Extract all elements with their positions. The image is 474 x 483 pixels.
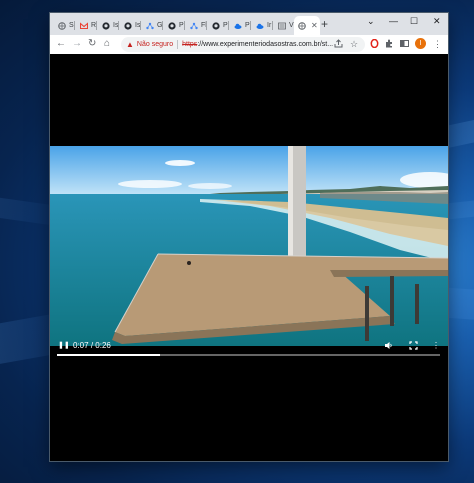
time-display: 0:07 / 0:26 <box>73 341 111 351</box>
browser-tab[interactable]: Sí <box>54 16 75 35</box>
tab-separator <box>228 21 229 30</box>
video-player[interactable]: ❚❚ 0:07 / 0:26 ⋮ <box>50 54 448 461</box>
browser-window: Sí R Is Is G P Fl P P Ir V ✕ + ⌄ — ☐ ✕ ← → ↻ ⌂ ▲ N… <box>50 13 448 461</box>
gmail-icon <box>80 21 88 30</box>
github-icon <box>102 21 110 30</box>
tab-label: P <box>223 22 228 29</box>
globe-icon <box>298 21 306 30</box>
video-frame <box>50 146 448 346</box>
close-tab-icon[interactable]: ✕ <box>311 21 318 30</box>
browser-tab[interactable]: P <box>208 16 229 35</box>
url-text: ://www.experimenteriodasostras.com.br/st… <box>197 41 334 48</box>
minimize-button[interactable]: — <box>389 16 398 26</box>
tab-search-dropdown-button[interactable]: ⌄ <box>367 16 375 26</box>
extensions-icon[interactable] <box>385 39 394 50</box>
share-icon[interactable] <box>334 39 343 50</box>
video-controls: ❚❚ 0:07 / 0:26 ⋮ <box>50 337 448 377</box>
tab-label: V <box>289 22 294 29</box>
tab-separator <box>140 21 141 30</box>
browser-tab[interactable]: P <box>164 16 185 35</box>
graph-icon <box>190 22 198 30</box>
current-time: 0:07 <box>73 341 89 350</box>
back-button[interactable]: ← <box>56 39 66 49</box>
fullscreen-icon[interactable] <box>409 341 418 353</box>
address-bar[interactable]: ▲ Não seguro https ://www.experimenterio… <box>121 37 365 52</box>
pause-button[interactable]: ❚❚ <box>58 341 70 351</box>
cloud-icon <box>234 22 242 30</box>
menu-button[interactable]: ⋮ <box>433 39 442 49</box>
tab-separator <box>96 21 97 30</box>
warning-icon[interactable]: ▲ <box>126 40 134 49</box>
browser-tab[interactable]: Is <box>120 16 141 35</box>
reload-button[interactable]: ↻ <box>88 39 96 49</box>
browser-toolbar: ← → ↻ ⌂ ▲ Não seguro https ://www.experi… <box>50 35 448 55</box>
tab-label: Ir <box>267 22 272 29</box>
tab-separator <box>206 21 207 30</box>
address-divider <box>177 40 179 49</box>
graph-icon <box>146 22 154 30</box>
browser-tab[interactable]: Ir <box>252 16 273 35</box>
close-window-button[interactable]: ✕ <box>433 16 441 26</box>
tab-separator <box>162 21 163 30</box>
browser-tab[interactable]: V <box>274 16 295 35</box>
tab-strip: Sí R Is Is G P Fl P P Ir V ✕ + ⌄ — ☐ ✕ <box>50 13 448 35</box>
cloud-icon <box>256 22 264 30</box>
tab-separator <box>118 21 119 30</box>
timeline-progress <box>57 354 161 356</box>
active-tab[interactable]: ✕ <box>294 16 320 35</box>
tab-label: P <box>245 22 250 29</box>
star-icon[interactable]: ☆ <box>350 39 358 49</box>
tab-separator <box>74 21 75 30</box>
github-icon <box>124 21 132 30</box>
tab-separator <box>272 21 273 30</box>
tab-separator <box>250 21 251 30</box>
more-options-button[interactable]: ⋮ <box>432 341 440 351</box>
tab-label: P <box>179 22 184 29</box>
github-icon <box>168 21 176 30</box>
tab-search-icon[interactable] <box>400 39 409 50</box>
browser-tab[interactable]: G <box>142 16 163 35</box>
opera-extension-icon[interactable] <box>370 38 379 50</box>
maximize-button[interactable]: ☐ <box>410 16 418 26</box>
browser-tab[interactable]: Fl <box>186 16 207 35</box>
not-secure-label[interactable]: Não seguro <box>137 41 173 48</box>
profile-avatar[interactable]: I <box>415 38 426 49</box>
github-icon <box>212 21 220 30</box>
duration: 0:26 <box>95 341 111 350</box>
new-tab-button[interactable]: + <box>321 17 328 31</box>
home-button[interactable]: ⌂ <box>104 39 110 49</box>
forward-button[interactable]: → <box>72 39 82 49</box>
tab-separator <box>184 21 185 30</box>
globe-icon <box>58 21 66 30</box>
url-scheme: https <box>182 41 198 48</box>
video-timeline[interactable] <box>57 354 440 356</box>
browser-tab[interactable]: R <box>76 16 97 35</box>
list-icon <box>278 22 286 30</box>
browser-tab[interactable]: Is <box>98 16 119 35</box>
browser-tab[interactable]: P <box>230 16 251 35</box>
volume-icon[interactable] <box>384 341 393 353</box>
